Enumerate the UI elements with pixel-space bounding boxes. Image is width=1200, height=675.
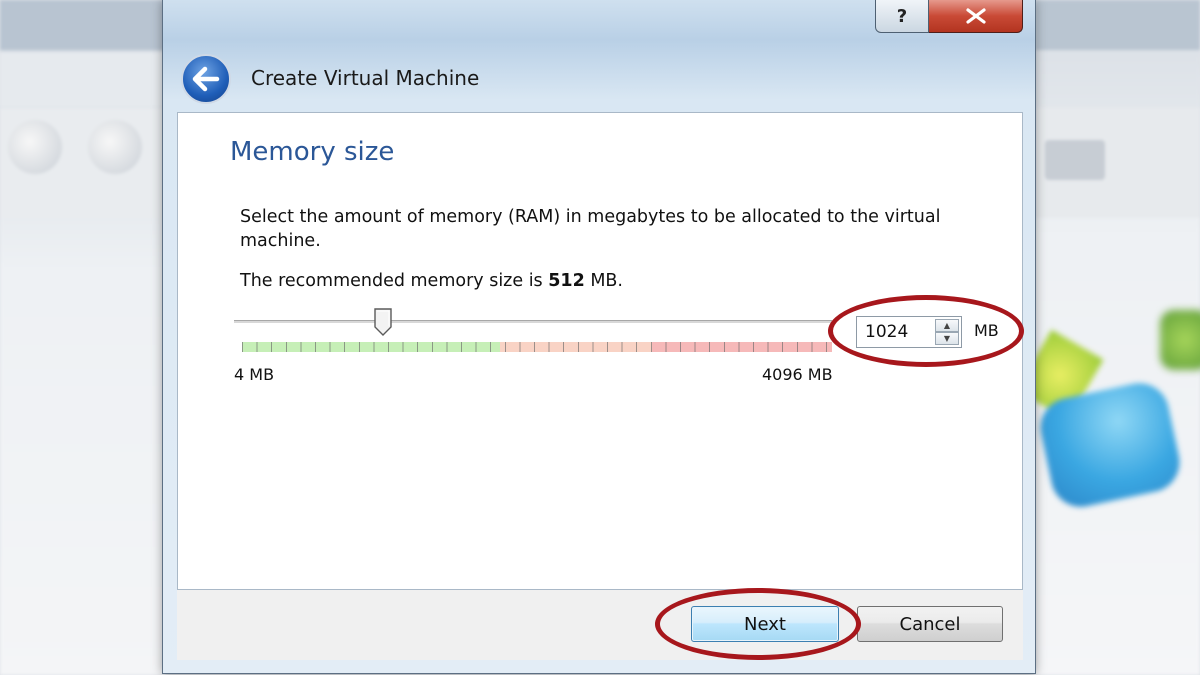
slider-scale	[242, 342, 832, 354]
close-icon	[965, 8, 986, 24]
back-arrow-icon	[192, 66, 220, 92]
back-button[interactable]	[181, 54, 231, 104]
slider-thumb-icon[interactable]	[373, 308, 393, 336]
highlight-ring-memory-input	[828, 295, 1024, 367]
slider-min-label: 4 MB	[234, 365, 275, 384]
close-button[interactable]	[929, 0, 1023, 33]
slider-max-label: 4096 MB	[762, 365, 833, 384]
highlight-ring-next-button	[655, 588, 861, 660]
recommend-prefix: The recommended memory size is	[240, 271, 549, 291]
memory-slider[interactable]	[234, 308, 834, 358]
page-description: Select the amount of memory (RAM) in meg…	[240, 207, 941, 251]
window-title: Create Virtual Machine	[251, 66, 480, 90]
recommend-suffix: MB.	[584, 271, 623, 291]
help-button[interactable]: ?	[875, 0, 929, 33]
background-logo-part	[1160, 310, 1200, 370]
recommended-memory-text: The recommended memory size is 512 MB.	[240, 271, 623, 291]
recommended-memory-value: 512	[548, 271, 585, 291]
background-left-pane	[0, 0, 165, 675]
slider-track	[234, 320, 832, 323]
help-icon: ?	[896, 5, 908, 27]
cancel-button[interactable]: Cancel	[857, 606, 1003, 642]
page-heading: Memory size	[230, 137, 395, 167]
button-bar: Next Cancel	[177, 590, 1023, 660]
caption-buttons: ?	[875, 0, 1023, 33]
scale-ticks	[242, 342, 832, 352]
